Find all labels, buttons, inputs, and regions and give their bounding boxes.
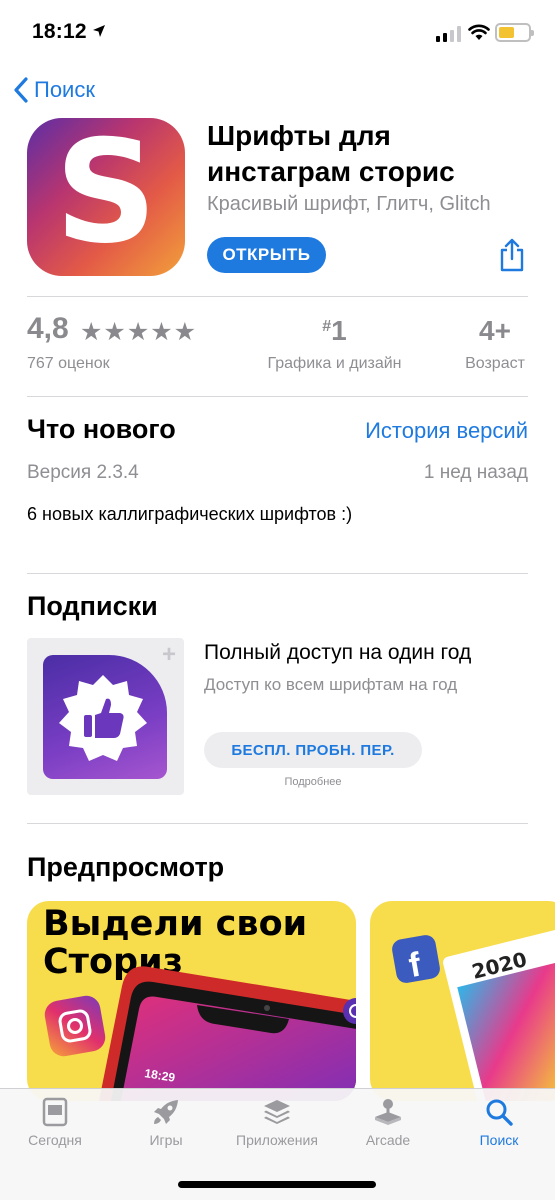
tab-label: Игры bbox=[149, 1132, 183, 1148]
rating-count: 767 оценок bbox=[27, 355, 110, 372]
status-time: 18:12 bbox=[32, 20, 87, 43]
chevron-left-icon bbox=[14, 77, 28, 103]
subscription-description: Доступ ко всем шрифтам на год bbox=[204, 675, 458, 694]
free-trial-button[interactable]: БЕСПЛ. ПРОБН. ПЕР. bbox=[204, 732, 422, 768]
tab-label: Поиск bbox=[479, 1132, 519, 1148]
tab-games[interactable]: Игры bbox=[111, 1097, 221, 1148]
tab-label: Приложения bbox=[236, 1132, 318, 1148]
location-arrow-icon bbox=[93, 25, 105, 37]
app-icon-letter: S bbox=[54, 118, 158, 275]
tab-today[interactable]: Сегодня bbox=[0, 1097, 110, 1148]
back-label: Поиск bbox=[34, 77, 95, 102]
app-icon: S bbox=[27, 118, 185, 276]
app-title: Шрифты для инстаграм сторис bbox=[207, 120, 455, 187]
age-label: Возраст bbox=[465, 355, 525, 372]
battery-icon bbox=[495, 23, 534, 42]
tab-label: Сегодня bbox=[28, 1132, 82, 1148]
tab-apps[interactable]: Приложения bbox=[222, 1097, 332, 1148]
apps-stack-icon bbox=[264, 1100, 290, 1124]
subscriptions-heading: Подписки bbox=[27, 591, 158, 621]
cellular-signal-icon bbox=[436, 26, 461, 42]
subscription-card[interactable]: + bbox=[27, 638, 184, 795]
back-button[interactable]: Поиск bbox=[14, 72, 95, 108]
search-icon bbox=[486, 1099, 513, 1126]
tab-arcade[interactable]: Arcade bbox=[333, 1097, 443, 1148]
screenshot-1[interactable]: Выдели свои Сториз 18:29 bbox=[27, 901, 356, 1101]
wifi-icon bbox=[468, 24, 490, 40]
screenshot-2[interactable]: 2020 f bbox=[370, 901, 555, 1101]
rating-value: 4,8 bbox=[27, 312, 69, 345]
arcade-joystick-icon bbox=[375, 1099, 401, 1125]
phone-mockup-image: 18:29 bbox=[44, 966, 356, 1101]
status-bar: 18:12 bbox=[0, 0, 555, 64]
rating-stars: ★★★★★ bbox=[80, 318, 198, 346]
rank-category[interactable]: Графика и дизайн bbox=[263, 355, 406, 373]
preview-heading: Предпросмотр bbox=[27, 852, 225, 882]
tab-label: Arcade bbox=[365, 1132, 411, 1148]
today-icon bbox=[42, 1097, 68, 1127]
divider bbox=[27, 573, 528, 574]
photo-mockup-image: 2020 f bbox=[392, 923, 555, 1101]
divider bbox=[27, 396, 528, 397]
subscription-name: Полный доступ на один год bbox=[204, 641, 472, 664]
release-notes: 6 новых каллиграфических шрифтов :) bbox=[27, 504, 353, 524]
home-indicator bbox=[178, 1181, 376, 1188]
tab-search[interactable]: Поиск bbox=[444, 1097, 554, 1148]
subscription-details-link[interactable]: Подробнее bbox=[204, 776, 422, 788]
open-button[interactable]: ОТКРЫТЬ bbox=[207, 237, 326, 273]
version-number: Версия 2.3.4 bbox=[27, 462, 139, 483]
release-date: 1 нед назад bbox=[423, 462, 528, 483]
rank-number: 1 bbox=[331, 315, 347, 346]
rocket-icon bbox=[154, 1100, 178, 1124]
version-history-link[interactable]: История версий bbox=[365, 418, 528, 444]
age-rating: 4+ bbox=[479, 315, 511, 346]
app-subtitle: Красивый шрифт, Глитч, Glitch bbox=[207, 193, 491, 215]
rank-prefix: # bbox=[322, 318, 332, 335]
whats-new-heading: Что нового bbox=[27, 414, 176, 444]
thumbs-up-badge-icon bbox=[59, 675, 147, 761]
divider bbox=[27, 823, 528, 824]
divider bbox=[27, 296, 528, 297]
chart-rank: #1 bbox=[263, 315, 406, 347]
share-icon[interactable] bbox=[498, 238, 526, 272]
subscription-image bbox=[43, 655, 167, 779]
